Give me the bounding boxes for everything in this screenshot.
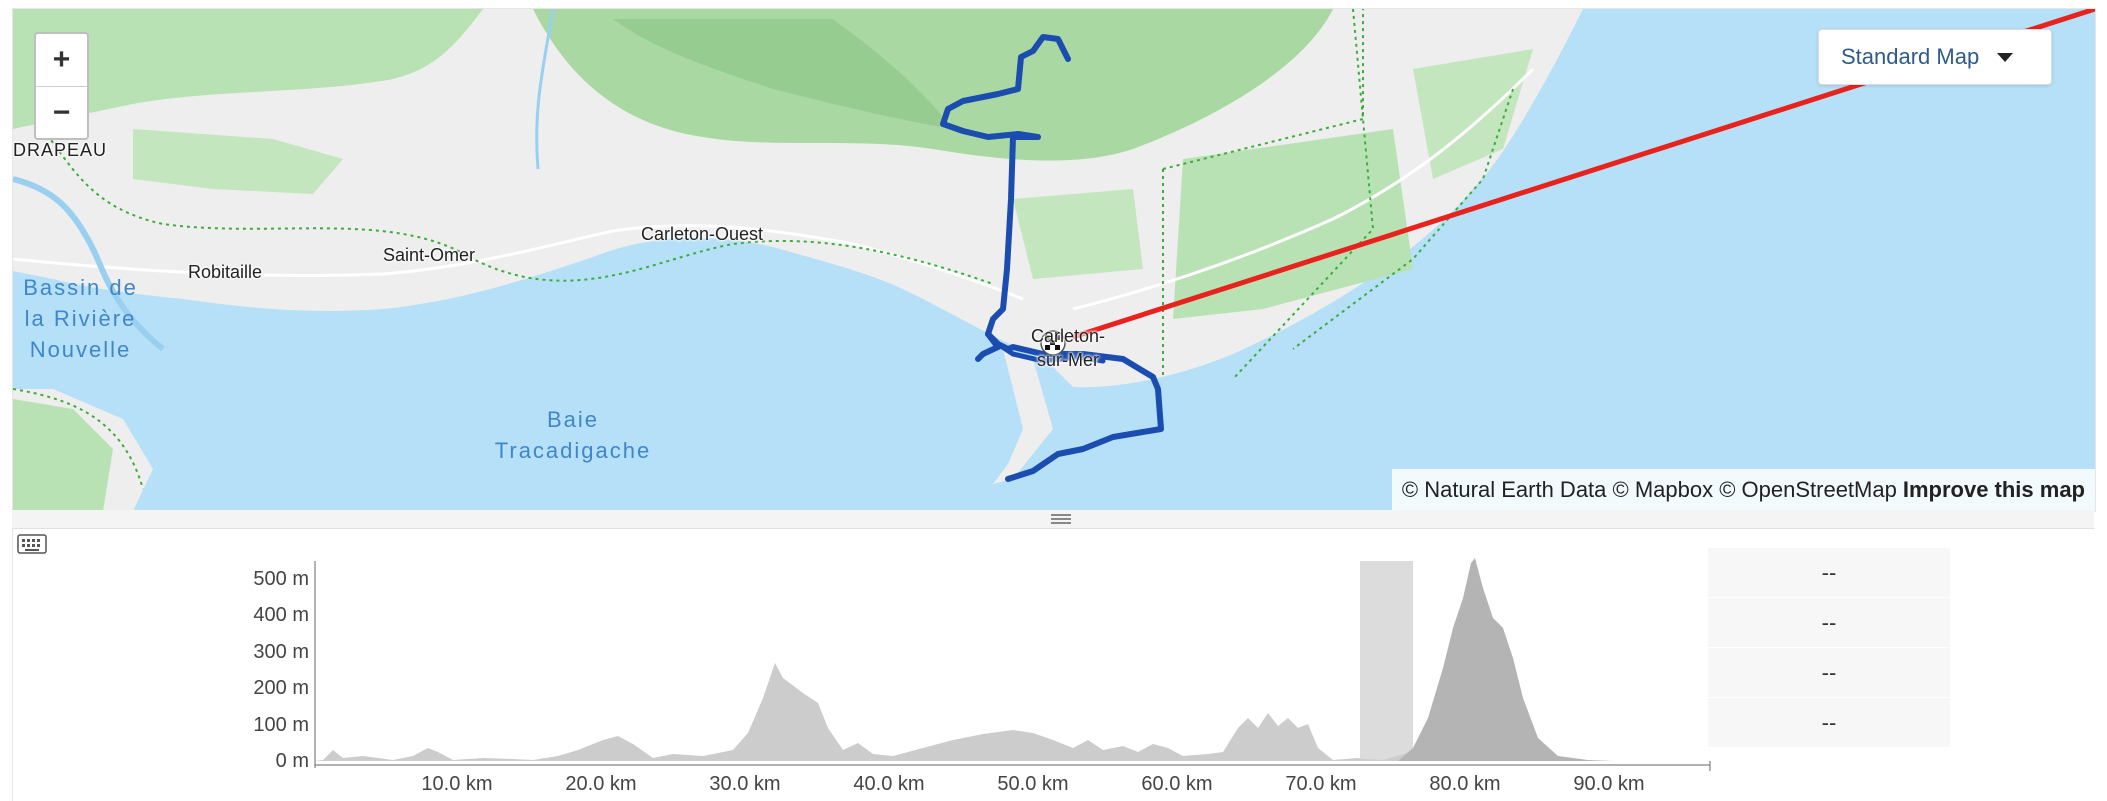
x-tick-label: 70.0 km: [1285, 773, 1357, 795]
water-label-bassin: Bassin de la Rivière Nouvelle: [23, 275, 138, 362]
x-tick-label: 10.0 km: [421, 773, 493, 795]
zoom-out-button[interactable]: −: [36, 86, 87, 139]
improve-map-link[interactable]: Improve this map: [1903, 477, 2085, 503]
resize-grip-icon[interactable]: [1051, 514, 1071, 526]
x-tick-label: 40.0 km: [853, 773, 925, 795]
zoom-in-button[interactable]: +: [36, 34, 87, 86]
panel-resize-handle[interactable]: [12, 510, 2094, 529]
chevron-down-icon: [1997, 52, 2014, 62]
stat-row: --: [1708, 598, 1950, 648]
x-tick-label: 60.0 km: [1141, 773, 1213, 795]
place-label-saint-omer: Saint-Omer: [383, 245, 476, 265]
zoom-control: + −: [34, 32, 89, 140]
stat-row: --: [1708, 698, 1950, 748]
place-label-drapeau: DRAPEAU: [13, 140, 108, 160]
x-tick-label: 50.0 km: [997, 773, 1069, 795]
place-label-carleton-ouest: Carleton-Ouest: [641, 224, 764, 244]
water-label-baie: Baie Tracadigache: [494, 407, 652, 463]
stat-row: --: [1708, 548, 1950, 598]
x-tick-label: 80.0 km: [1429, 773, 1501, 795]
x-tick-label: 90.0 km: [1573, 773, 1645, 795]
map-type-dropdown[interactable]: Standard Map: [1818, 29, 2052, 85]
stat-row: --: [1708, 648, 1950, 698]
map-canvas[interactable]: [13, 9, 2095, 511]
map-type-label: Standard Map: [1841, 44, 1980, 69]
map-attribution: © Natural Earth Data © Mapbox © OpenStre…: [1391, 469, 2095, 511]
map-view[interactable]: DRAPEAU Robitaille Saint-Omer Carleton-O…: [12, 8, 2096, 512]
x-tick-label: 30.0 km: [709, 773, 781, 795]
attribution-text[interactable]: © Natural Earth Data © Mapbox © OpenStre…: [1402, 477, 1897, 503]
x-tick-label: 20.0 km: [565, 773, 637, 795]
place-label-carleton-sur-mer: Carleton- sur-Mer: [1031, 326, 1106, 370]
place-label-robitaille: Robitaille: [188, 262, 263, 282]
elevation-panel: 500 m 400 m 300 m 200 m 100 m 0 m 10.0 k…: [12, 528, 2095, 801]
elevation-stats-table: -- -- -- --: [1708, 548, 1950, 748]
